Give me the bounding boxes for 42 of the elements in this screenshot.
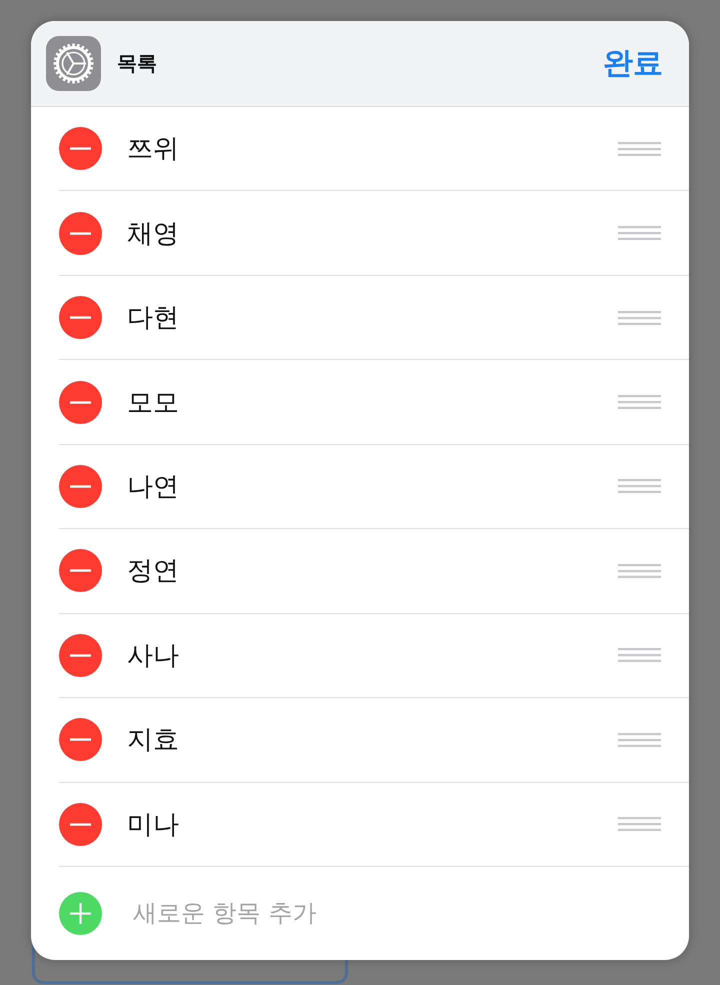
add-button[interactable] xyxy=(59,892,102,935)
add-item-label[interactable]: 새로운 항목 추가 xyxy=(133,897,661,930)
delete-button[interactable] xyxy=(59,296,102,340)
drag-handle-icon[interactable] xyxy=(618,564,661,578)
minus-icon xyxy=(59,718,102,762)
delete-button[interactable] xyxy=(59,802,102,846)
done-button[interactable]: 완료 xyxy=(603,43,663,84)
settings-icon xyxy=(46,36,101,91)
drag-handle-icon[interactable] xyxy=(618,648,661,662)
minus-icon xyxy=(59,634,102,677)
item-name: 모모 xyxy=(127,386,180,420)
delete-button[interactable] xyxy=(59,212,102,255)
item-name: 쯔위 xyxy=(127,133,180,166)
minus-icon xyxy=(59,549,102,592)
delete-button[interactable] xyxy=(59,634,102,677)
item-name: 미나 xyxy=(127,808,180,842)
minus-icon xyxy=(59,380,102,424)
item-name: 정연 xyxy=(127,555,180,588)
drag-handle-icon[interactable] xyxy=(618,479,661,494)
minus-icon xyxy=(59,127,102,170)
minus-icon xyxy=(59,802,102,846)
sheet-title: 목록 xyxy=(117,50,158,77)
item-name: 나연 xyxy=(127,470,180,504)
delete-button[interactable] xyxy=(59,380,102,424)
drag-handle-icon[interactable] xyxy=(618,395,661,410)
minus-icon xyxy=(59,464,102,508)
item-name: 채영 xyxy=(127,218,180,251)
plus-icon xyxy=(59,892,102,935)
item-name: 지효 xyxy=(127,724,180,758)
drag-handle-icon[interactable] xyxy=(618,732,661,747)
drag-handle-icon[interactable] xyxy=(618,226,661,240)
minus-icon xyxy=(59,212,102,255)
drag-handle-icon[interactable] xyxy=(618,310,661,325)
item-name: 사나 xyxy=(127,640,180,673)
delete-button[interactable] xyxy=(59,549,102,592)
delete-button[interactable] xyxy=(59,127,102,170)
item-name: 다현 xyxy=(127,302,180,336)
drag-handle-icon[interactable] xyxy=(618,817,661,832)
delete-button[interactable] xyxy=(59,464,102,508)
delete-button[interactable] xyxy=(59,718,102,762)
drag-handle-icon[interactable] xyxy=(618,142,661,156)
minus-icon xyxy=(59,296,102,340)
